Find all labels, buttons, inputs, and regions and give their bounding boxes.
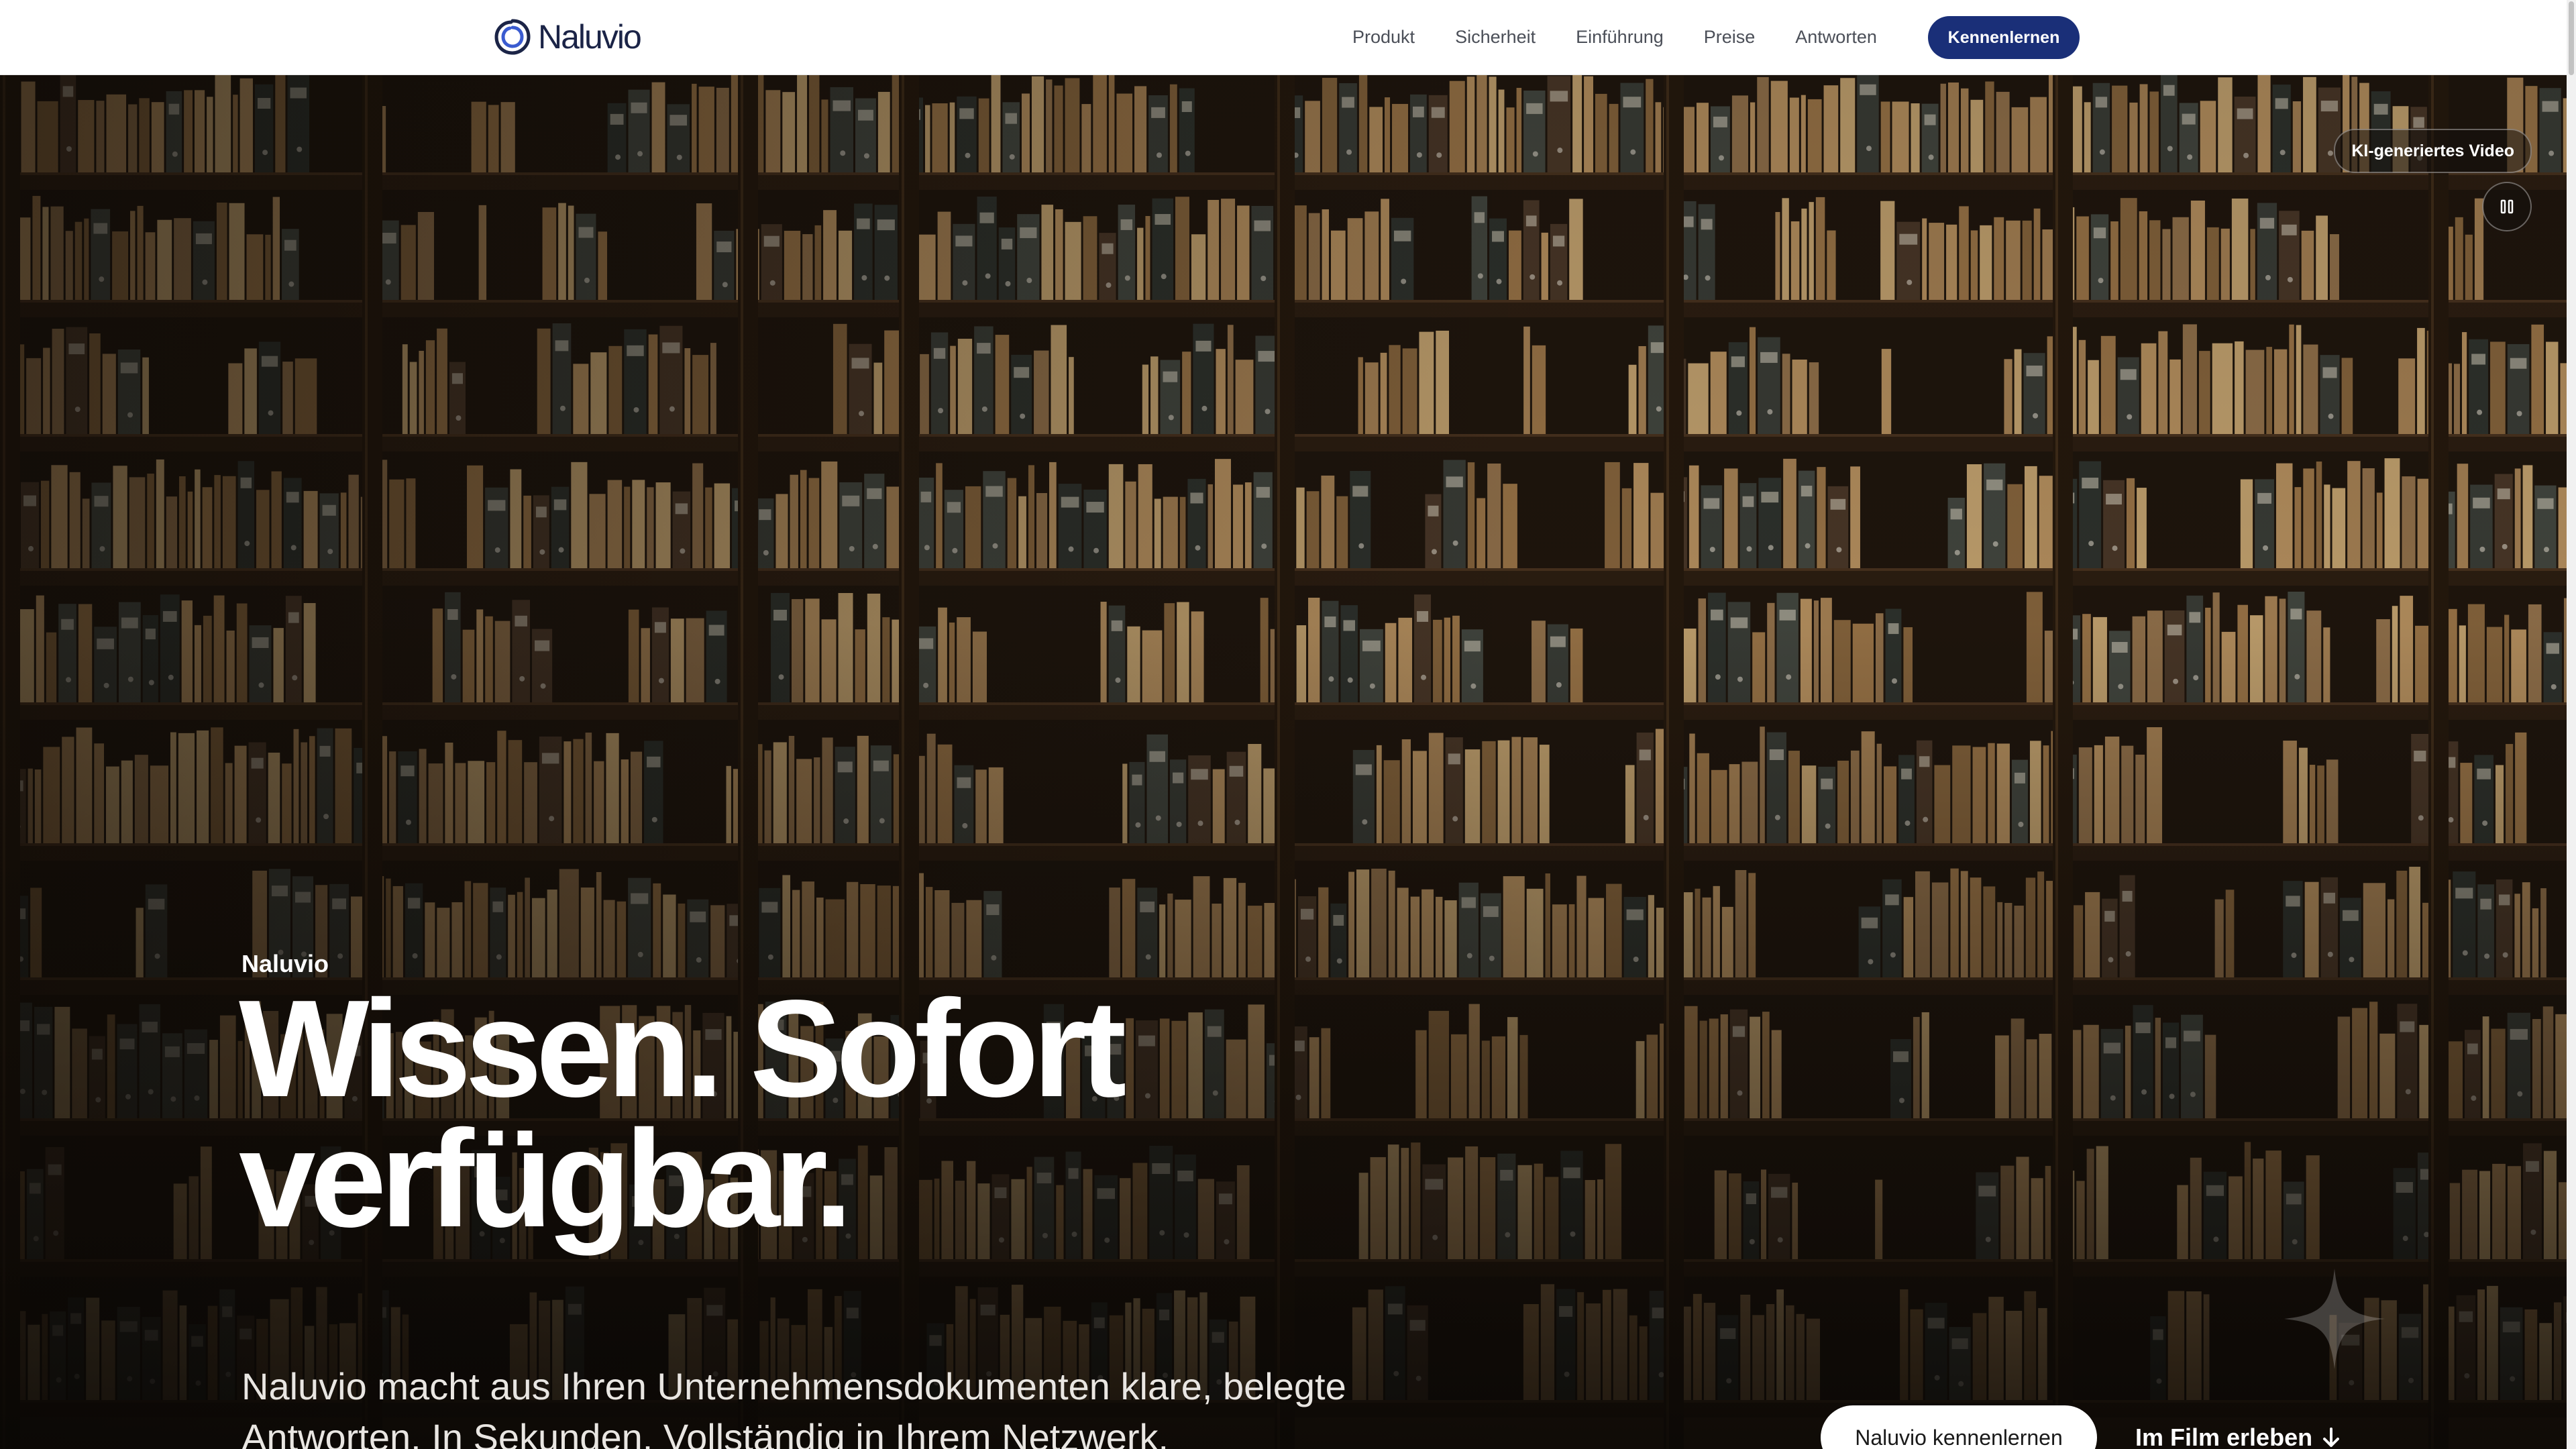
scrollbar-thumb[interactable]	[2569, 1, 2574, 75]
nav-link-produkt[interactable]: Produkt	[1352, 27, 1415, 48]
naluvio-kennenlernen-button[interactable]: Naluvio kennenlernen	[1821, 1405, 2097, 1449]
subline-line-1: Naluvio macht aus Ihren Unternehmensdoku…	[241, 1365, 1346, 1407]
kennenlernen-button[interactable]: Kennenlernen	[1928, 16, 2080, 59]
nav-link-antworten[interactable]: Antworten	[1795, 27, 1877, 48]
im-film-erleben-label: Im Film erleben	[2135, 1424, 2313, 1449]
hero-headline: Wissen. Sofort verfügbar.	[239, 979, 1379, 1248]
brand-name: Naluvio	[538, 18, 642, 56]
subline-line-2: Antworten. In Sekunden. Vollständig in I…	[241, 1416, 1169, 1449]
top-navigation-bar: Naluvio Produkt Sicherheit Einführung Pr…	[0, 0, 2576, 75]
nav-link-einfuehrung[interactable]: Einführung	[1576, 27, 1664, 48]
ai-video-badge: KI-generiertes Video	[2334, 129, 2532, 173]
nav-link-sicherheit[interactable]: Sicherheit	[1455, 27, 1536, 48]
hero-section: KI-generiertes Video Naluvio Wissen. Sof…	[0, 74, 2576, 1449]
arrow-down-icon	[2323, 1428, 2340, 1447]
pause-icon	[2500, 199, 2514, 214]
naluvio-logo-icon	[494, 19, 531, 55]
main-nav: Produkt Sicherheit Einführung Preise Ant…	[1352, 0, 1917, 74]
hero-subline: Naluvio macht aus Ihren Unternehmensdoku…	[241, 1361, 1449, 1449]
nav-link-preise[interactable]: Preise	[1704, 27, 1756, 48]
sparkle-icon	[2284, 1269, 2385, 1369]
page-scrollbar[interactable]	[2567, 0, 2576, 1449]
brand-logo-link[interactable]: Naluvio	[494, 16, 642, 58]
pause-video-button[interactable]	[2482, 182, 2532, 231]
headline-line-2: verfügbar.	[239, 1102, 853, 1256]
im-film-erleben-link[interactable]: Im Film erleben	[2135, 1405, 2341, 1449]
